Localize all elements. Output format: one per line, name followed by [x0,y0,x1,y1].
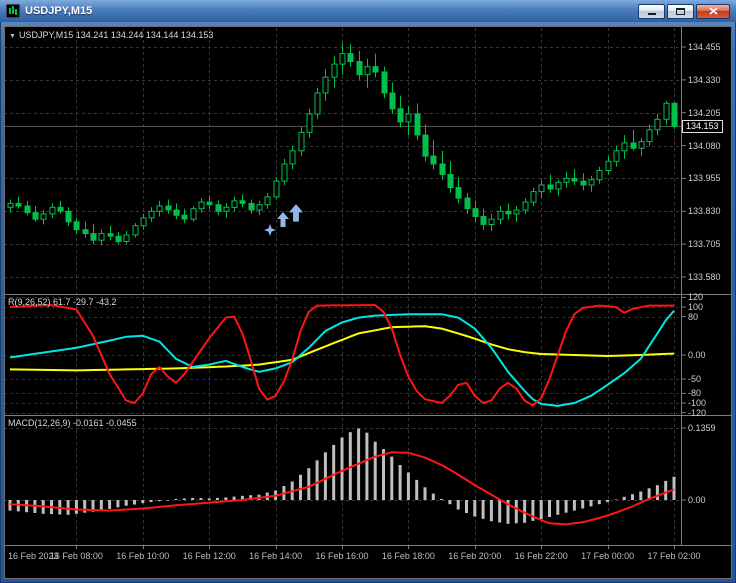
close-button[interactable] [696,3,730,19]
price-scale[interactable]: 134.455 134.330 134.205 134.080 133.955 133.8… [682,26,732,546]
axis-label: 100 [688,302,704,312]
axis-label: -80 [688,388,702,399]
axis-label: 0.00 [688,495,706,505]
time-label: 17 Feb 00:00 [581,551,635,561]
macd-indicator-label: MACD(12,26,9) -0.0161 -0.0455 [8,418,137,428]
axis-label: 133.955 [688,173,721,184]
minimize-button[interactable] [638,3,665,19]
time-label: 16 Feb 18:00 [381,551,435,561]
window-titlebar[interactable]: USDJPY,M15 [0,0,736,22]
time-label: 17 Feb 02:00 [647,551,701,561]
current-price-tag: 134.153 [682,119,723,133]
window-controls [638,3,730,19]
time-label: 16 Feb 16:00 [315,551,369,561]
maximize-icon [676,7,685,15]
axis-label: 0.00 [688,350,706,360]
chart-area[interactable]: ▼ USDJPY,M15 134.241 134.244 134.144 134.… [4,26,732,579]
axis-label: 134.455 [688,42,721,52]
buy-arrow-marker[interactable] [289,204,303,228]
axis-label: 133.580 [688,271,721,282]
axis-label: 0.1359 [688,423,716,433]
mt4-chart-window: USDJPY,M15 ▼ USDJPY,M15 134.241 134.244 1… [0,0,736,583]
collapse-icon[interactable]: ▼ [9,33,16,40]
axis-label: -100 [688,398,707,408]
axis-label: 80 [688,311,699,322]
axis-label: 133.830 [688,206,721,217]
time-axis[interactable]: 16 Feb 2023 16 Feb 08:00 16 Feb 10:00 16 Fe… [4,545,732,579]
axis-label: 133.705 [688,239,721,250]
chart-icon [6,4,20,18]
time-label: 16 Feb 10:00 [116,551,170,561]
time-label: 16 Feb 14:00 [249,551,303,561]
symbol-ohlc-text: USDJPY,M15 134.241 134.244 134.144 134.1… [18,30,214,40]
axis-label: -50 [688,374,702,384]
close-icon [708,7,718,15]
axis-label: -120 [688,407,707,418]
time-label: 16 Feb 12:00 [182,551,236,561]
wpr-indicator-label: R(9,26,52) 61.7 -29.7 -43.2 [8,297,117,307]
symbol-ohlc-label: ▼ USDJPY,M15 134.241 134.244 134.144 134.… [9,30,213,40]
star-marker[interactable] [264,223,276,241]
time-label: 16 Feb 22:00 [514,551,568,561]
time-label: 16 Feb 20:00 [448,551,502,561]
maximize-button[interactable] [667,3,694,19]
axis-label: 134.080 [688,140,721,151]
buy-arrow-marker[interactable] [277,212,289,233]
axis-label: 120 [688,292,704,303]
axis-label: 134.205 [688,107,721,118]
axis-label: 134.330 [688,74,721,85]
time-label: 16 Feb 08:00 [49,551,103,561]
window-title: USDJPY,M15 [25,5,93,17]
minimize-icon [647,12,656,15]
